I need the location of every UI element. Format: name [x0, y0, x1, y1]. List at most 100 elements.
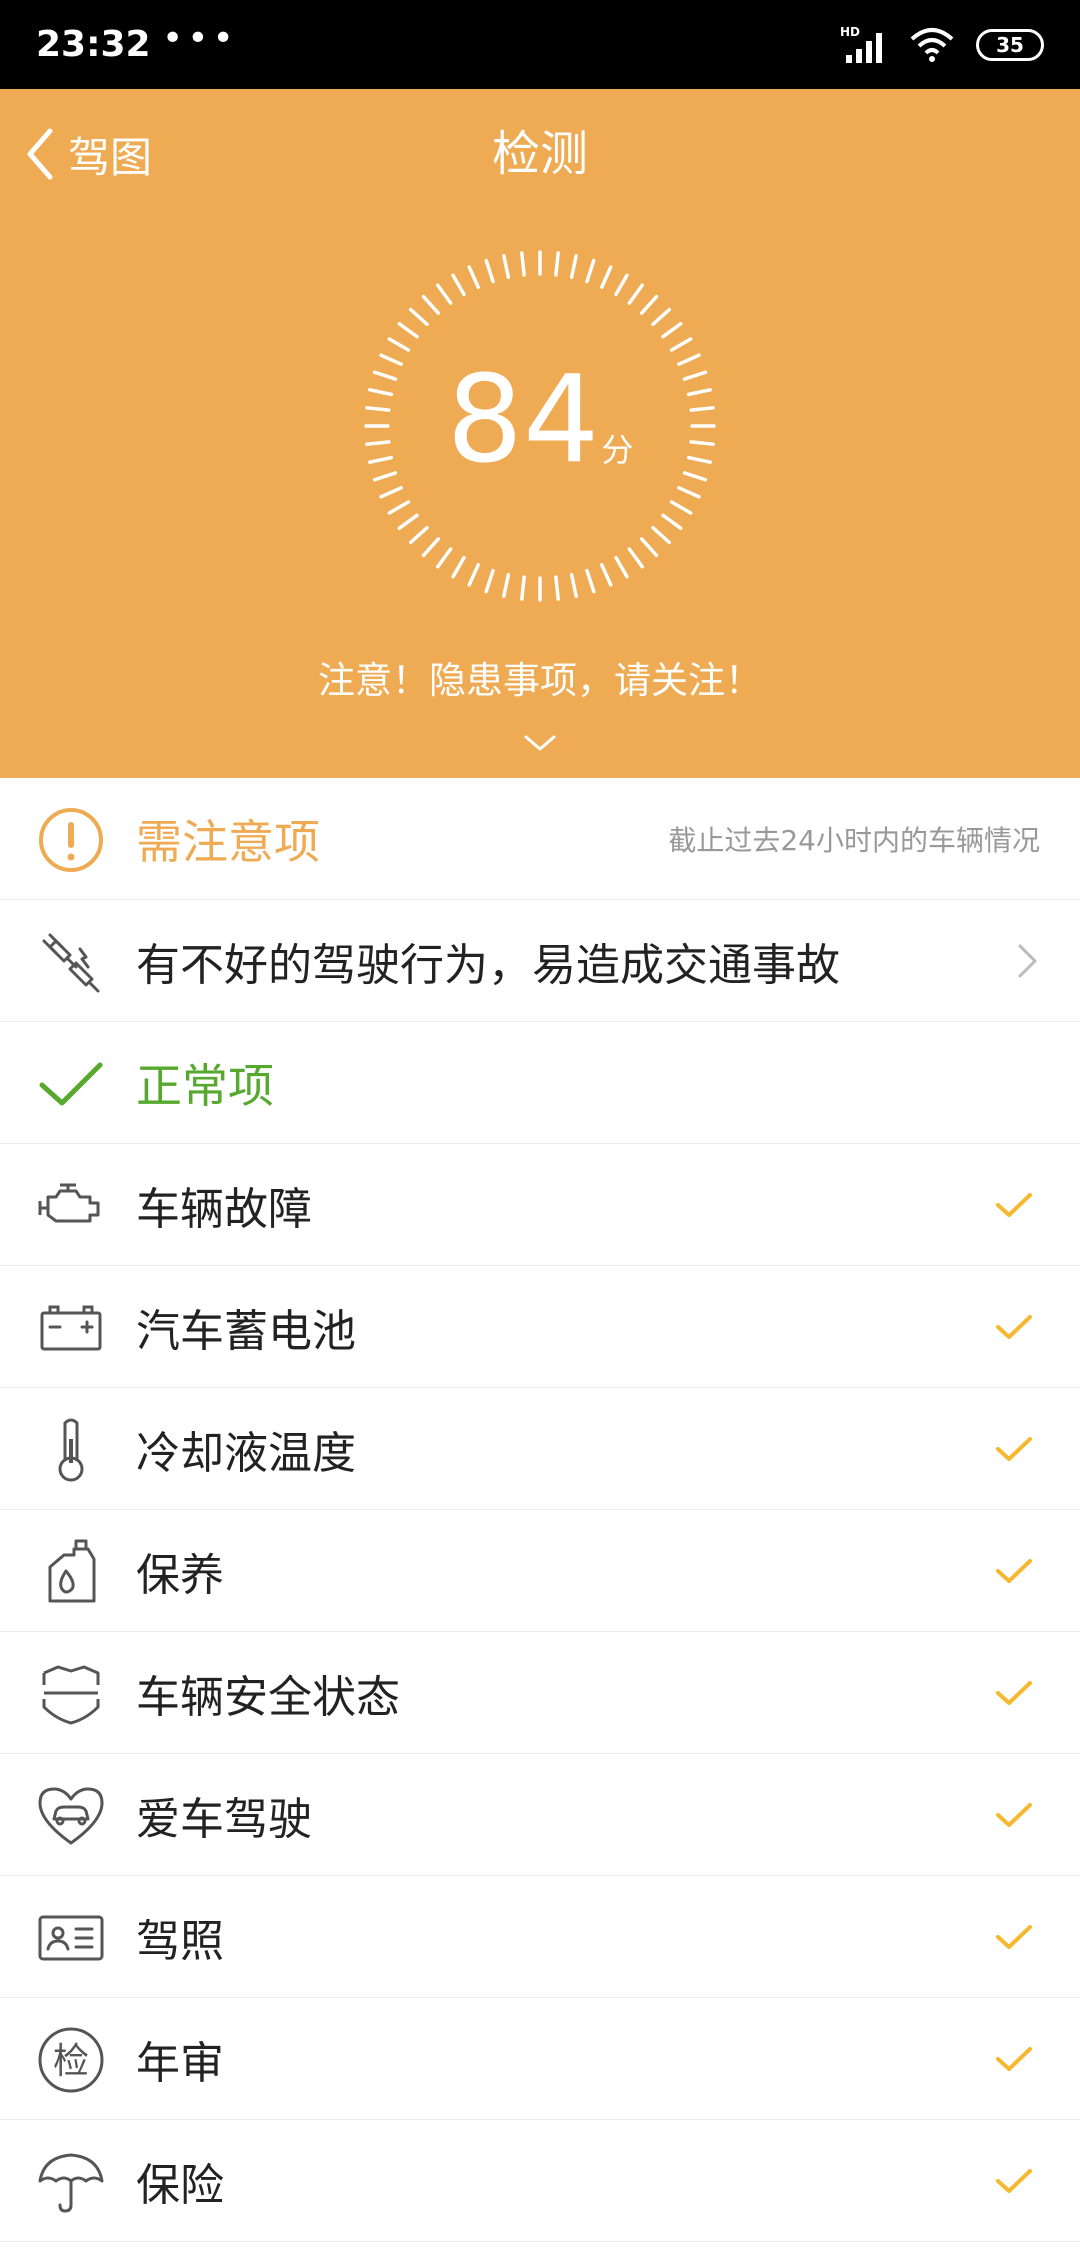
gauge-tick: [520, 251, 526, 277]
gauge-tick: [600, 563, 613, 587]
gauge-tick: [484, 568, 495, 594]
gauge-tick: [451, 273, 466, 297]
list-item-label: 车辆安全状态: [136, 1671, 400, 1723]
status-bar: 23:32 ••• HD 35: [0, 0, 1080, 89]
umbrella-icon: [38, 2153, 104, 2213]
gauge-tick: [484, 258, 495, 284]
list-item-coolant-temp[interactable]: 冷却液温度: [0, 1388, 1080, 1510]
status-time: 23:32: [36, 24, 151, 65]
normal-section-header: 正常项: [0, 1022, 1080, 1144]
gauge-tick: [669, 337, 693, 352]
ok-check-icon: [996, 1193, 1032, 1217]
list-item-label: 有不好的驾驶行为，易造成交通事故: [136, 939, 840, 991]
list-item-vehicle-fault[interactable]: 车辆故障: [0, 1144, 1080, 1266]
status-more-dots: •••: [162, 18, 238, 59]
gauge-tick: [600, 265, 613, 289]
score-display: 84分: [360, 351, 720, 491]
shield-icon: [42, 1665, 100, 1725]
list-item-label: 保险: [136, 2159, 224, 2211]
warning-section-title: 需注意项: [136, 814, 320, 869]
list-item-label: 爱车驾驶: [136, 1793, 312, 1845]
gauge-tick: [397, 321, 419, 339]
gauge-tick: [614, 273, 629, 297]
gauge-tick: [614, 555, 629, 579]
gauge-tick: [554, 575, 560, 601]
list-item-label: 车辆故障: [136, 1183, 312, 1235]
list-item-safety-status[interactable]: 车辆安全状态: [0, 1632, 1080, 1754]
list-item-license[interactable]: 驾照: [0, 1876, 1080, 1998]
list-item-car-driving[interactable]: 爱车驾驶: [0, 1754, 1080, 1876]
list-item-label: 年审: [136, 2037, 224, 2089]
score-value: 84: [446, 351, 600, 490]
battery-icon: [40, 1305, 102, 1351]
warning-section-note: 截止过去24小时内的车辆情况: [668, 823, 1040, 857]
gauge-tick: [520, 575, 526, 601]
gauge-tick: [408, 307, 429, 327]
gauge-tick: [408, 525, 429, 545]
alert-message: 注意！隐患事项，请关注！: [318, 659, 762, 702]
list-item-label: 驾照: [136, 1915, 224, 1967]
ok-check-icon: [996, 1681, 1032, 1705]
gauge-tick: [661, 321, 683, 339]
list-item-bad-driving[interactable]: 有不好的驾驶行为，易造成交通事故: [0, 900, 1080, 1022]
score-header: 驾图 检测 84分 注意！隐患事项，请关注！: [0, 89, 1080, 778]
gauge-tick: [387, 337, 411, 352]
gauge-tick: [585, 258, 596, 284]
heart-car-icon: [38, 1787, 104, 1845]
chevron-down-icon[interactable]: [520, 729, 560, 757]
gauge-tick: [435, 547, 453, 569]
warning-section-header: 需注意项 截止过去24小时内的车辆情况: [0, 778, 1080, 900]
svg-text:检: 检: [53, 2041, 89, 2082]
thermometer-icon: [58, 1418, 84, 1482]
gauge-tick: [627, 547, 645, 569]
gauge-tick: [569, 254, 578, 280]
check-list: 需注意项 截止过去24小时内的车辆情况 有不好的驾驶行为，易造成交通事故 正常项…: [0, 778, 1080, 2242]
check-icon: [39, 1062, 103, 1106]
gauge-tick: [651, 307, 672, 327]
gauge-tick: [502, 254, 511, 280]
gauge-tick: [651, 525, 672, 545]
ok-check-icon: [996, 1803, 1032, 1827]
ok-check-icon: [996, 2169, 1032, 2193]
normal-section-title: 正常项: [136, 1058, 274, 1113]
back-label: 驾图: [68, 132, 153, 182]
gauge-tick: [669, 500, 693, 515]
gauge-tick: [639, 294, 659, 315]
gauge-tick: [585, 568, 596, 594]
list-item-annual-inspection[interactable]: 检 年审: [0, 1998, 1080, 2120]
gauge-tick: [387, 500, 411, 515]
list-item-battery[interactable]: 汽车蓄电池: [0, 1266, 1080, 1388]
inspection-badge-icon: 检: [38, 2027, 104, 2093]
id-card-icon: [38, 1915, 104, 1961]
gauge-tick: [435, 283, 453, 305]
gauge-tick: [421, 294, 441, 315]
gauge-tick: [502, 572, 511, 598]
svg-text:HD: HD: [840, 25, 860, 39]
oil-bottle-icon: [48, 1539, 96, 1603]
gauge-tick: [451, 555, 466, 579]
list-item-label: 汽车蓄电池: [136, 1305, 356, 1357]
gauge-tick: [467, 265, 480, 289]
gauge-tick: [627, 283, 645, 305]
list-item-insurance[interactable]: 保险: [0, 2120, 1080, 2242]
ok-check-icon: [996, 1315, 1032, 1339]
ok-check-icon: [996, 1925, 1032, 1949]
warning-icon: [39, 808, 103, 872]
list-item-label: 冷却液温度: [136, 1427, 356, 1479]
list-item-label: 保养: [136, 1549, 224, 1601]
page-title: 检测: [491, 126, 588, 182]
gauge-tick: [569, 572, 578, 598]
gauge-tick: [467, 563, 480, 587]
ok-check-icon: [996, 2047, 1032, 2071]
gauge-tick: [661, 513, 683, 531]
back-button[interactable]: 驾图: [24, 119, 152, 189]
battery-indicator: 35: [976, 29, 1044, 61]
chevron-right-icon: [1018, 944, 1037, 978]
engine-icon: [38, 1183, 100, 1223]
wifi-icon: [910, 28, 954, 62]
score-unit: 分: [601, 431, 634, 469]
signal-icon: HD: [840, 25, 882, 63]
list-item-maintenance[interactable]: 保养: [0, 1510, 1080, 1632]
gauge-tick: [421, 537, 441, 558]
gauge-tick: [554, 251, 560, 277]
